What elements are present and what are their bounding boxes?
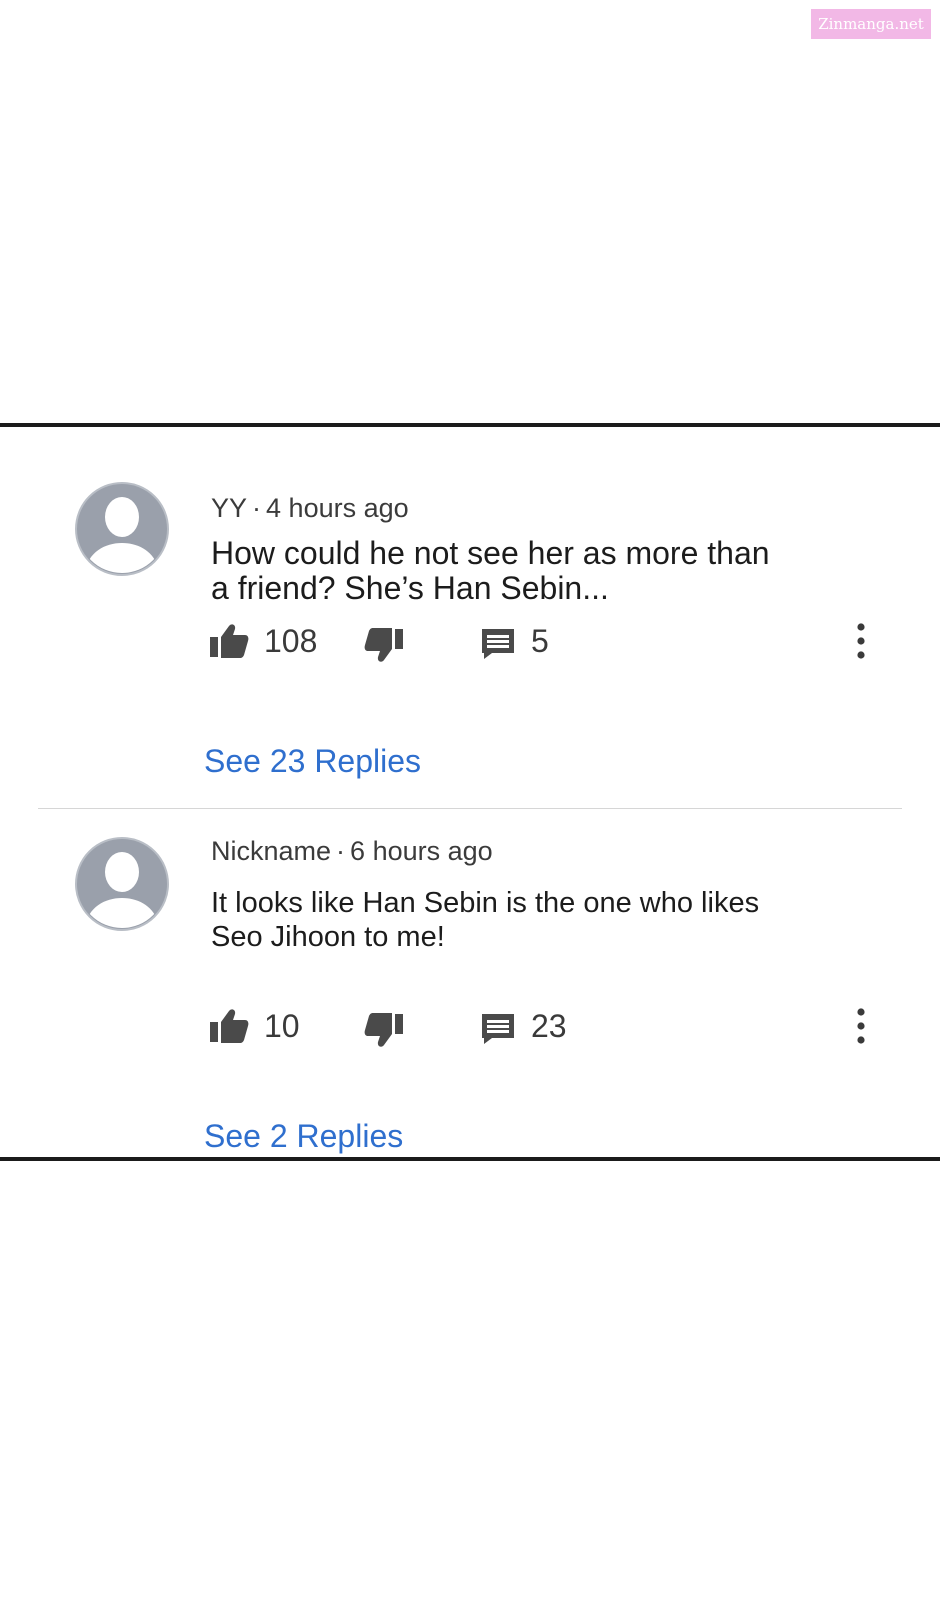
thumbs-up-icon[interactable] [209,1008,249,1044]
comment-meta: YY · 4 hours ago [211,493,409,524]
comment-meta: Nickname · 6 hours ago [211,836,493,867]
thumbs-down-icon[interactable] [364,1012,404,1048]
comment-icon[interactable] [480,1012,516,1044]
comment-author[interactable]: YY [211,493,247,523]
reply-count: 23 [531,1008,567,1044]
panel-top-border [0,423,940,427]
panel-bottom-border [0,1157,940,1161]
comment-text-line: a friend? She’s Han Sebin... [211,570,609,606]
comment-text-line: Seo Jihoon to me! [211,921,445,953]
comment-text-line: It looks like Han Sebin is the one who l… [211,887,760,919]
comment-text: It looks like Han Sebin is the one who l… [211,886,811,954]
see-replies-link[interactable]: See 2 Replies [204,1118,403,1155]
default-avatar-icon[interactable] [74,481,170,577]
more-vertical-icon[interactable] [854,619,868,663]
more-vertical-icon[interactable] [854,1004,868,1048]
like-count: 10 [264,1008,300,1044]
comment-text: How could he not see her as more than a … [211,536,811,606]
watermark: Zinmanga.net [811,9,931,39]
comment-author[interactable]: Nickname [211,836,331,866]
separator-dot: · [336,836,346,866]
comment-timestamp: 6 hours ago [350,836,493,866]
reply-count: 5 [531,623,549,659]
comment-divider [38,808,902,809]
see-replies-link[interactable]: See 23 Replies [204,743,421,780]
comment-text-line: How could he not see her as more than [211,535,770,571]
default-avatar-icon[interactable] [74,836,170,932]
like-count: 108 [264,623,318,659]
thumbs-up-icon[interactable] [209,623,249,659]
comment-actions: 108 5 [209,619,889,663]
comment-timestamp: 4 hours ago [266,493,409,523]
comment-actions: 10 23 [209,1004,889,1048]
thumbs-down-icon[interactable] [364,627,404,663]
separator-dot: · [252,493,262,523]
comment-icon[interactable] [480,627,516,659]
